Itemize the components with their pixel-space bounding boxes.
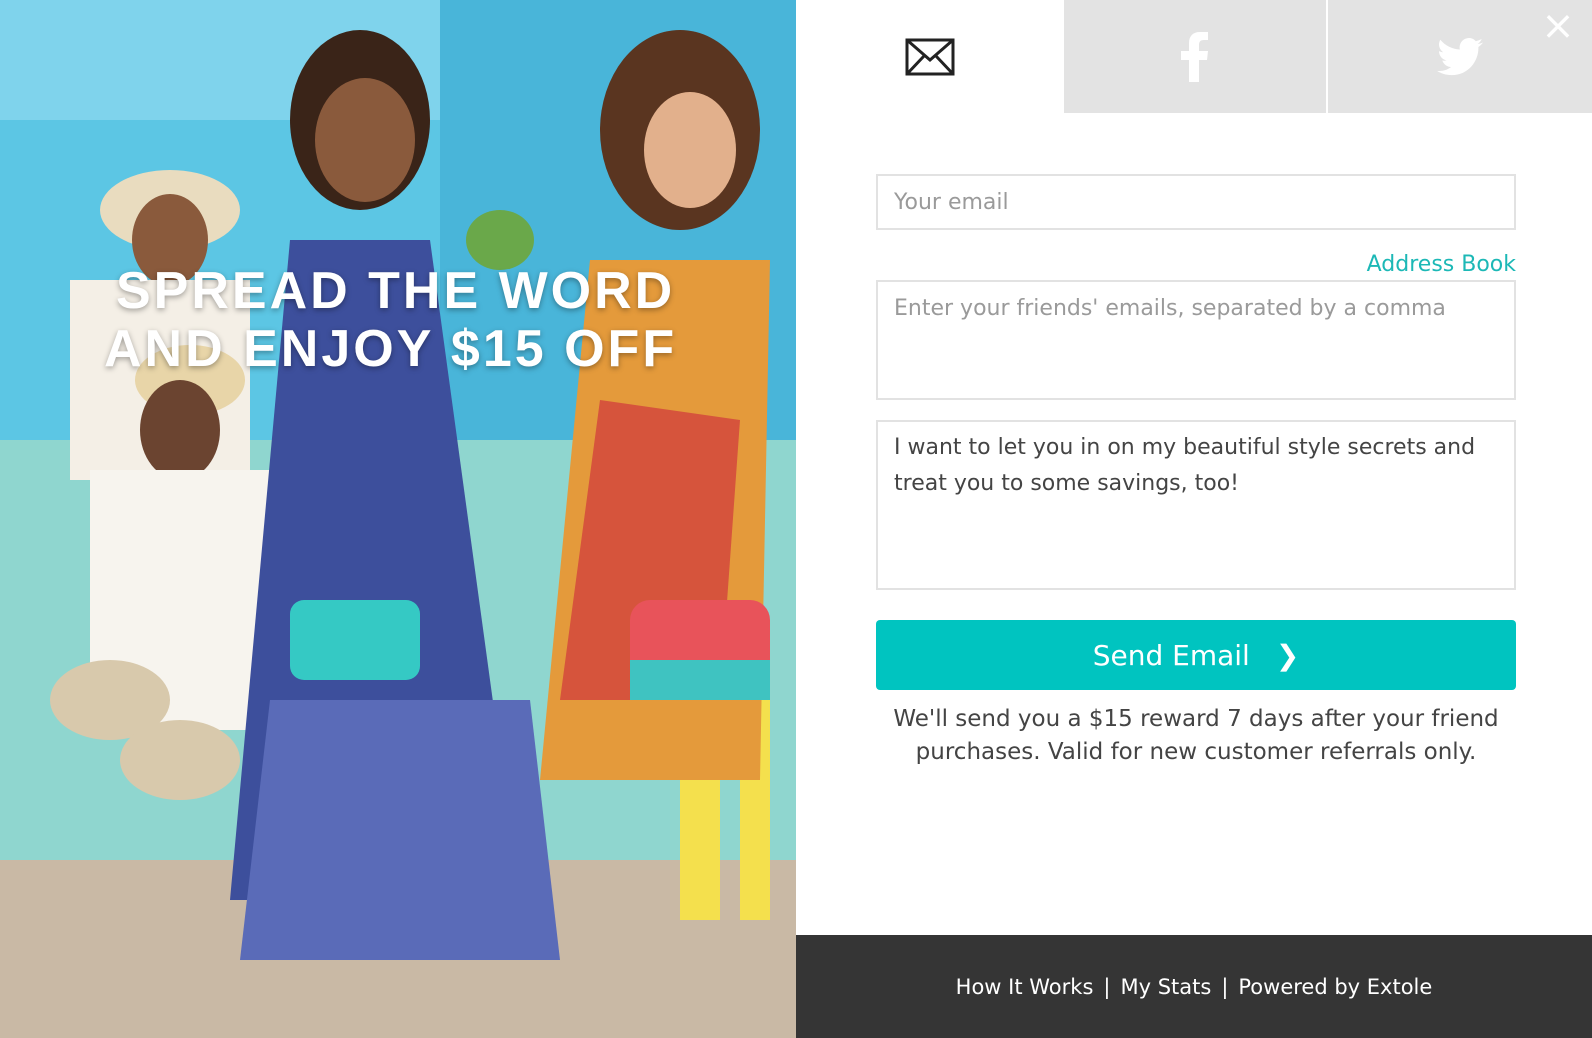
message-textarea[interactable]: I want to let you in on my beautiful sty… — [876, 420, 1516, 590]
chevron-right-icon: ❯ — [1275, 638, 1300, 672]
reward-note: We'll send you a $15 reward 7 days after… — [893, 706, 1499, 765]
your-email-input[interactable] — [876, 174, 1516, 230]
send-email-button[interactable]: Send Email ❯ — [876, 620, 1516, 690]
send-email-label: Send Email — [1092, 638, 1250, 672]
footer-separator: | — [1103, 974, 1111, 999]
powered-by-extole-link[interactable]: Powered by Extole — [1238, 975, 1432, 999]
share-panel: × Address Book I want to let you in on m… — [796, 0, 1592, 1038]
my-stats-link[interactable]: My Stats — [1120, 975, 1211, 999]
hero-headline-line1: SPREAD THE WORD — [116, 262, 676, 320]
twitter-icon — [1437, 37, 1483, 75]
referral-modal: SPREAD THE WORD AND ENJOY $15 OFF × Your… — [0, 0, 1592, 1038]
footer-separator: | — [1221, 974, 1229, 999]
envelope-icon — [905, 38, 955, 75]
address-book-link[interactable]: Address Book — [1367, 252, 1516, 277]
close-button[interactable]: × — [1536, 4, 1580, 48]
friends-emails-input[interactable] — [876, 280, 1516, 400]
tab-email[interactable] — [796, 0, 1064, 113]
footer: How It Works | My Stats | Powered by Ext… — [796, 935, 1592, 1038]
beach-party-photo — [0, 0, 796, 1038]
hero-headline: SPREAD THE WORD AND ENJOY $15 OFF — [104, 262, 744, 378]
tab-facebook[interactable] — [1064, 0, 1326, 113]
hero-headline-line2: AND ENJOY $15 OFF — [104, 320, 678, 378]
share-tabs: × — [796, 0, 1592, 113]
hero-image: SPREAD THE WORD AND ENJOY $15 OFF — [0, 0, 796, 1038]
facebook-icon — [1181, 31, 1208, 82]
how-it-works-link[interactable]: How It Works — [956, 975, 1094, 999]
